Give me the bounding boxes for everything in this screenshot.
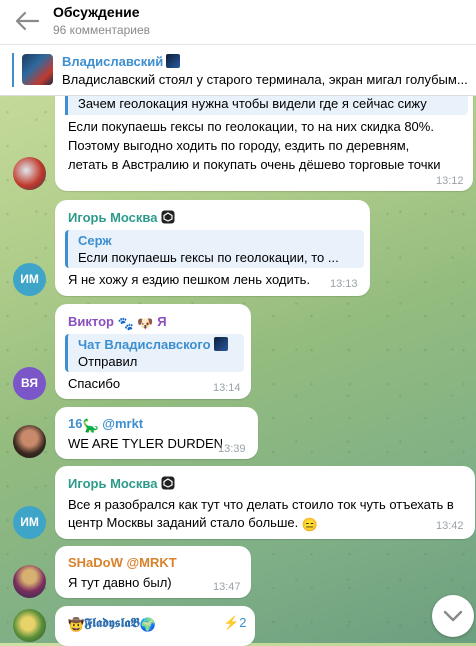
sender-name: Игорь Москва xyxy=(68,476,175,491)
boost-badge: ⚡2 xyxy=(223,615,247,630)
channel-icon xyxy=(213,337,228,351)
pinned-post[interactable]: Владиславский Владиславский стоял у стар… xyxy=(0,45,476,96)
message-text-line: Все я разобрался как тут что делать стои… xyxy=(68,497,454,512)
message-time: 13:42 xyxy=(436,520,464,532)
avatar[interactable] xyxy=(13,565,46,598)
message-time: 13:47 xyxy=(213,581,241,593)
cowboy-emoji: 🤠 xyxy=(68,617,85,632)
message-time: 13:12 xyxy=(436,175,464,187)
badge-icon xyxy=(161,476,175,490)
avatar[interactable]: ВЯ xyxy=(13,367,46,400)
message-text-line: Поэтому выгодно ходить по городу, ездить… xyxy=(68,138,410,153)
page-title: Обсуждение xyxy=(53,4,140,20)
pinned-thumbnail xyxy=(22,54,53,85)
reply-quote[interactable]: Чат Владиславского Отправил xyxy=(65,334,244,372)
reply-quote[interactable]: Зачем геолокация нужна чтобы видели где … xyxy=(65,93,468,115)
message-bubble[interactable]: 16🦕 @mrkt WE ARE TYLER DURDEN 13:39 xyxy=(55,407,258,459)
sender-name: 🤠𝕱𝖑𝖆𝖉𝖞𝖘𝖑𝖆𝕭🌍 xyxy=(68,616,156,632)
badge-icon xyxy=(161,210,175,224)
message-time: 13:13 xyxy=(330,278,358,290)
message-bubble[interactable]: 🤠𝕱𝖑𝖆𝖉𝖞𝖘𝖑𝖆𝕭🌍 ⚡2 xyxy=(55,606,255,646)
chevron-down-icon xyxy=(443,610,463,622)
avatar[interactable]: ИМ xyxy=(13,506,46,539)
message-text-line: Если покупаешь гексы по геолокации, то н… xyxy=(68,119,434,134)
scroll-down-button[interactable] xyxy=(432,595,474,637)
message-text: Я тут давно был) xyxy=(68,575,172,590)
avatar[interactable] xyxy=(13,609,46,642)
globe-emoji: 🌍 xyxy=(139,617,156,632)
top-bar: Обсуждение 96 комментариев xyxy=(0,0,476,45)
pinned-author: Владиславский xyxy=(62,54,181,69)
message-bubble[interactable]: Игорь Москва Все я разобрался как тут чт… xyxy=(55,466,475,539)
message-text-line: центр Москвы заданий стало больше. 😑 xyxy=(68,515,319,532)
paw-emoji: 🐾 xyxy=(117,316,134,331)
message-bubble[interactable]: Зачем геолокация нужна чтобы видели где … xyxy=(55,83,473,191)
message-text: WE ARE TYLER DURDEN xyxy=(68,436,224,451)
quote-author: Чат Владиславского xyxy=(78,337,228,352)
quote-text: Если покупаешь гексы по геолокации, то .… xyxy=(78,250,339,265)
reply-quote[interactable]: Серж Если покупаешь гексы по геолокации,… xyxy=(65,230,364,268)
sender-name: 16🦕 @mrkt xyxy=(68,416,144,433)
dino-emoji: 🦕 xyxy=(82,418,99,433)
message-text: Я не хожу я ездию пешком лень ходить. xyxy=(68,272,311,287)
avatar[interactable]: ИМ xyxy=(13,263,46,296)
dog-emoji: 🐶 xyxy=(137,316,154,331)
comment-count: 96 комментариев xyxy=(53,23,151,37)
emoji-face: 😑 xyxy=(301,517,319,532)
message-time: 13:39 xyxy=(218,443,246,455)
sender-name: SHaDoW @MRKT xyxy=(68,555,177,570)
quote-text: Зачем геолокация нужна чтобы видели где … xyxy=(78,96,427,111)
sender-name: Виктор 🐾 🐶 Я xyxy=(68,314,167,331)
message-bubble[interactable]: Виктор 🐾 🐶 Я Чат Владиславского Отправил… xyxy=(55,304,251,399)
channel-icon xyxy=(166,54,181,68)
avatar[interactable] xyxy=(13,425,46,458)
message-bubble[interactable]: Игорь Москва Серж Если покупаешь гексы п… xyxy=(55,200,370,296)
quote-text: Отправил xyxy=(78,354,138,369)
pinned-text: Владиславский стоял у старого терминала,… xyxy=(62,72,468,87)
sender-name: Игорь Москва xyxy=(68,210,175,225)
avatar[interactable] xyxy=(13,157,46,190)
back-arrow-icon[interactable] xyxy=(14,10,40,32)
quote-author: Серж xyxy=(78,233,112,248)
message-text-line: летать в Австралию и покупать очень дёше… xyxy=(68,157,441,172)
pinned-accent-bar xyxy=(12,53,14,87)
message-text: Спасибо xyxy=(68,376,121,391)
message-bubble[interactable]: SHaDoW @MRKT Я тут давно был) 13:47 xyxy=(55,546,251,598)
message-time: 13:14 xyxy=(213,382,241,394)
